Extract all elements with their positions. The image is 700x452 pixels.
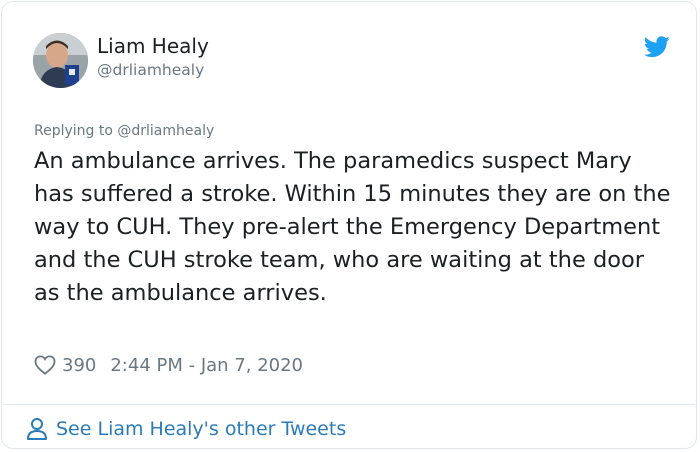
avatar[interactable] (33, 33, 88, 88)
author-handle[interactable]: @drliamhealy (97, 60, 204, 80)
see-other-tweets-link[interactable]: See Liam Healy's other Tweets (26, 415, 346, 443)
tweet-card: Liam Healy @drliamhealy Replying to @drl… (1, 1, 697, 449)
tweet-timestamp[interactable]: 2:44 PM - Jan 7, 2020 (110, 355, 303, 376)
heart-icon[interactable] (34, 355, 56, 375)
person-icon (26, 417, 48, 441)
tweet-meta: 390 2:44 PM - Jan 7, 2020 (34, 352, 303, 378)
author-name[interactable]: Liam Healy (97, 34, 209, 58)
see-other-tweets-label[interactable]: See Liam Healy's other Tweets (56, 418, 346, 440)
tweet-text: An ambulance arrives. The paramedics sus… (34, 148, 671, 306)
like-count[interactable]: 390 (62, 355, 96, 376)
twitter-bird-icon[interactable] (643, 36, 670, 58)
divider (3, 404, 695, 405)
avatar-photo (33, 33, 88, 88)
replying-to[interactable]: Replying to @drliamhealy (34, 122, 214, 140)
